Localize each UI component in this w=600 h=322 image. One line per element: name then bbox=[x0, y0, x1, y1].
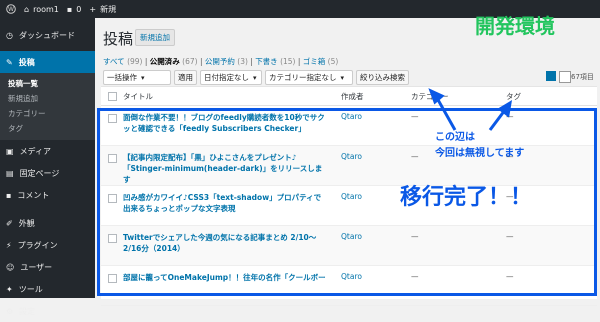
arrow-to-categories bbox=[428, 88, 457, 131]
annotation-arrows bbox=[428, 88, 513, 131]
arrow-to-tags bbox=[488, 100, 513, 131]
sidebar-item-label: 設定 bbox=[19, 306, 36, 316]
sidebar-item-settings[interactable]: ⚙ 設定 bbox=[0, 300, 95, 322]
settings-icon: ⚙ bbox=[6, 306, 14, 316]
